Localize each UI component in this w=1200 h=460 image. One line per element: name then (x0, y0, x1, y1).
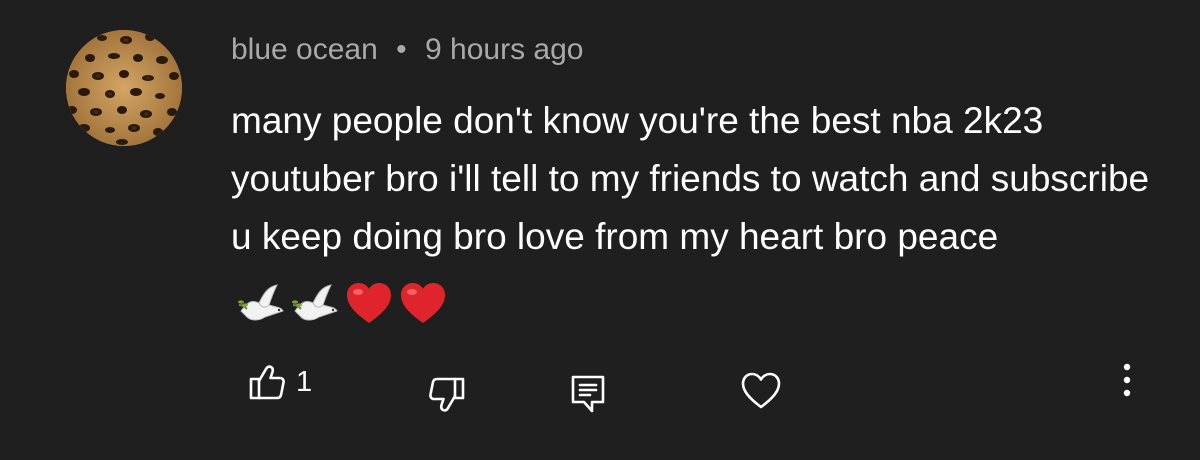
dislike-button[interactable] (428, 376, 466, 414)
more-options-button[interactable] (1116, 362, 1138, 398)
meta-separator: • (396, 33, 407, 66)
red-heart-emoji (345, 281, 393, 325)
heart-outline-icon (741, 372, 781, 410)
reply-button[interactable] (570, 374, 606, 414)
thumbs-up-icon (248, 363, 286, 401)
avatar[interactable] (66, 30, 182, 146)
thumbs-down-icon (428, 376, 466, 414)
comment-body: many people don't know you're the best n… (231, 92, 1161, 330)
comment-text: many people don't know you're the best n… (231, 100, 1150, 257)
comment-emojis (231, 272, 447, 330)
more-vertical-icon (1116, 362, 1138, 398)
author-name[interactable]: blue ocean (231, 33, 378, 66)
reply-comment-icon (570, 374, 606, 414)
dove-emoji (237, 281, 285, 325)
comment-timestamp: 9 hours ago (425, 33, 584, 66)
like-button[interactable]: 1 (248, 362, 312, 402)
heart-button[interactable] (741, 372, 781, 410)
red-heart-emoji (399, 281, 447, 325)
comment-meta: blue ocean • 9 hours ago (231, 30, 583, 70)
like-count: 1 (296, 366, 313, 398)
dove-emoji (291, 281, 339, 325)
